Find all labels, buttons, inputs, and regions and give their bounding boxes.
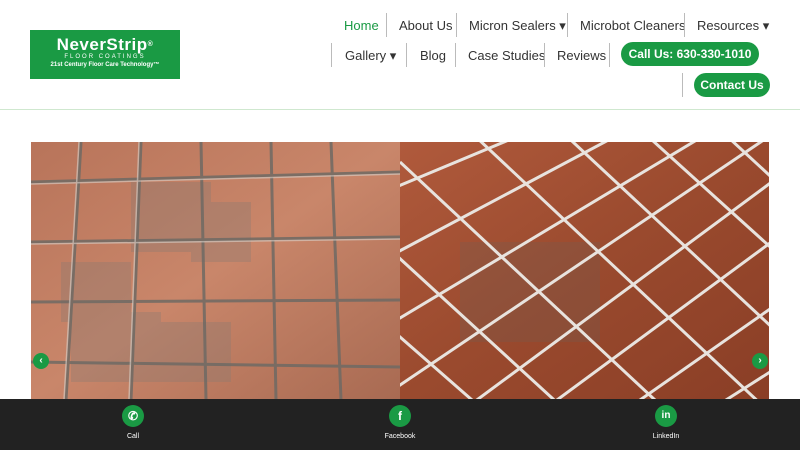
nav-micron-sealers[interactable]: Micron Sealers ▾ xyxy=(469,18,566,34)
bottom-linkedin-link[interactable]: in LinkedIn xyxy=(636,405,696,440)
nav-microbot-cleaners[interactable]: Microbot Cleaners xyxy=(580,18,686,33)
before-tile-floor-image xyxy=(31,142,400,400)
after-tile-floor-image xyxy=(400,142,769,400)
nav-divider xyxy=(331,43,332,67)
nav-divider xyxy=(455,43,456,67)
site-header: NeverStrip® FLOOR COATINGS 21st Century … xyxy=(0,0,800,110)
nav-about[interactable]: About Us xyxy=(399,18,452,33)
nav-case-studies[interactable]: Case Studies xyxy=(468,48,545,63)
nav-reviews[interactable]: Reviews xyxy=(557,48,606,63)
dirty-tile-floor-graphic xyxy=(31,142,400,400)
nav-divider xyxy=(544,43,545,67)
bottom-call-link[interactable]: ✆ Call xyxy=(103,405,163,440)
contact-us-button[interactable]: Contact Us xyxy=(694,73,770,97)
bottom-facebook-link[interactable]: f Facebook xyxy=(370,405,430,440)
nav-divider xyxy=(386,13,387,37)
chevron-right-icon: › xyxy=(758,355,762,366)
bottom-contact-bar: ✆ Call f Facebook in LinkedIn xyxy=(0,399,800,450)
phone-icon: ✆ xyxy=(122,405,144,427)
call-us-button[interactable]: Call Us: 630-330-1010 xyxy=(621,42,759,66)
bottom-linkedin-label: LinkedIn xyxy=(652,433,680,440)
nav-divider xyxy=(406,43,407,67)
clean-tile-floor-graphic xyxy=(400,142,769,400)
facebook-icon: f xyxy=(389,405,411,427)
neverstrip-logo[interactable]: NeverStrip® FLOOR COATINGS 21st Century … xyxy=(30,30,180,79)
nav-blog[interactable]: Blog xyxy=(420,48,446,63)
nav-home[interactable]: Home xyxy=(344,18,379,33)
slider-prev-button[interactable]: ‹ xyxy=(33,353,49,369)
logo-subtitle: FLOOR COATINGS xyxy=(64,54,146,60)
slider-next-button[interactable]: › xyxy=(752,353,768,369)
nav-divider xyxy=(567,13,568,37)
nav-resources[interactable]: Resources ▾ xyxy=(697,18,769,34)
nav-divider xyxy=(456,13,457,37)
logo-tagline: 21st Century Floor Care Technology™ xyxy=(50,62,160,68)
linkedin-icon: in xyxy=(655,405,677,427)
nav-divider xyxy=(609,43,610,67)
nav-divider xyxy=(684,13,685,37)
nav-divider xyxy=(682,73,683,97)
bottom-facebook-label: Facebook xyxy=(384,433,416,440)
chevron-left-icon: ‹ xyxy=(39,355,43,366)
hero-slider xyxy=(31,142,769,400)
nav-gallery[interactable]: Gallery ▾ xyxy=(345,48,396,64)
logo-brand: NeverStrip® xyxy=(56,35,154,54)
bottom-call-label: Call xyxy=(126,433,140,440)
